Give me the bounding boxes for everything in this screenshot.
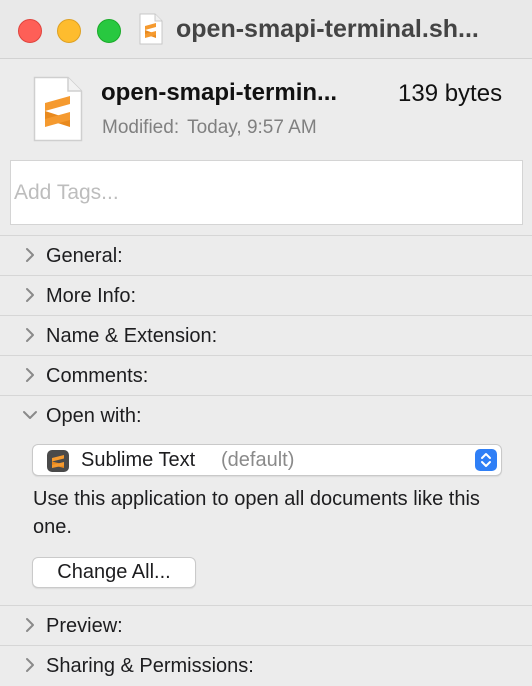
section-sharing-permissions[interactable]: Sharing & Permissions:	[0, 645, 532, 686]
section-general[interactable]: General:	[0, 235, 532, 276]
title-bar[interactable]: open-smapi-terminal.sh...	[0, 0, 532, 59]
chevron-down-icon[interactable]	[22, 407, 38, 423]
app-name: Sublime Text	[81, 449, 196, 471]
chevron-right-icon[interactable]	[22, 287, 38, 303]
zoom-button[interactable]	[97, 19, 121, 43]
tags-input[interactable]	[10, 160, 523, 225]
popup-stepper[interactable]	[475, 449, 497, 471]
modified-info: Modified: Today, 9:57 AM	[102, 117, 317, 139]
section-comments[interactable]: Comments:	[0, 355, 532, 396]
chevron-right-icon[interactable]	[22, 247, 38, 263]
section-label-more-info: More Info:	[46, 285, 137, 307]
section-label-general: General:	[46, 245, 123, 267]
chevron-right-icon[interactable]	[22, 327, 38, 343]
sublime-file-icon	[139, 13, 163, 45]
section-label-name-extension: Name & Extension:	[46, 325, 218, 347]
section-open-with[interactable]: Open with:	[0, 395, 532, 436]
modified-value: Today, 9:57 AM	[187, 117, 317, 138]
app-default-tag: (default)	[221, 449, 295, 471]
chevron-right-icon[interactable]	[22, 617, 38, 633]
open-with-description: Use this application to open all documen…	[33, 488, 480, 538]
chevron-right-icon[interactable]	[22, 657, 38, 673]
window-title: open-smapi-terminal.sh...	[176, 15, 479, 43]
minimize-button[interactable]	[57, 19, 81, 43]
close-button[interactable]	[18, 19, 42, 43]
up-down-chevron-icon	[481, 453, 491, 467]
file-name: open-smapi-termin...	[101, 79, 338, 106]
section-more-info[interactable]: More Info:	[0, 275, 532, 316]
sublime-file-icon-large	[33, 76, 83, 142]
section-label-comments: Comments:	[46, 365, 149, 387]
chevron-right-icon[interactable]	[22, 367, 38, 383]
get-info-window: open-smapi-terminal.sh... open-smapi-ter…	[0, 0, 532, 686]
file-size: 139 bytes	[398, 80, 503, 107]
open-with-app-select[interactable]: Sublime Text (default)	[32, 444, 502, 476]
section-name-extension[interactable]: Name & Extension:	[0, 315, 532, 356]
modified-label: Modified:	[102, 117, 180, 138]
section-label-preview: Preview:	[46, 615, 123, 637]
section-label-sharing: Sharing & Permissions:	[46, 655, 254, 677]
sublime-text-app-icon	[47, 450, 69, 472]
change-all-button[interactable]: Change All...	[32, 557, 196, 588]
section-label-open-with: Open with:	[46, 405, 142, 427]
section-preview[interactable]: Preview:	[0, 605, 532, 646]
